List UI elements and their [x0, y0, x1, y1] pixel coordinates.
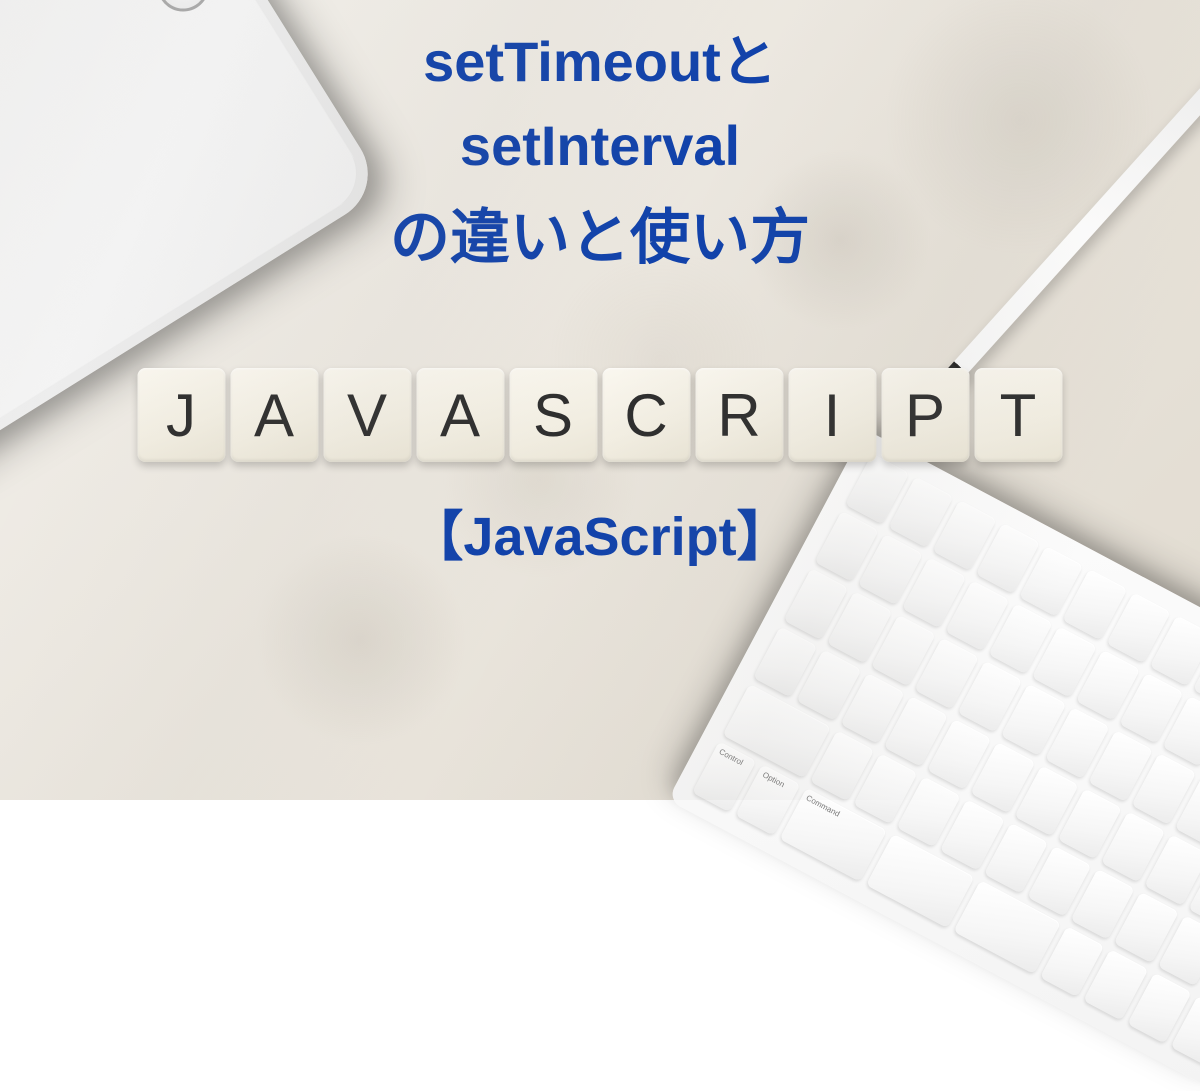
tile: T	[975, 368, 1063, 462]
tile: S	[510, 368, 598, 462]
title-line-2: setInterval	[0, 118, 1200, 174]
tile: I	[789, 368, 877, 462]
tile: J	[138, 368, 226, 462]
title-line-3: の違いと使い方	[0, 208, 1200, 268]
tile: V	[324, 368, 412, 462]
letter-tiles-row: J A V A S C R I P T	[138, 368, 1063, 462]
tile: P	[882, 368, 970, 462]
title-line-4: 【JavaScript】	[0, 510, 1200, 564]
tile: A	[231, 368, 319, 462]
home-button-icon	[147, 0, 219, 21]
title-line-1: setTimeoutと	[0, 34, 1200, 90]
tile: R	[696, 368, 784, 462]
tile: C	[603, 368, 691, 462]
scene-root: ControlOptionCommand J A V A S C R I P T…	[0, 0, 1200, 800]
tile: A	[417, 368, 505, 462]
